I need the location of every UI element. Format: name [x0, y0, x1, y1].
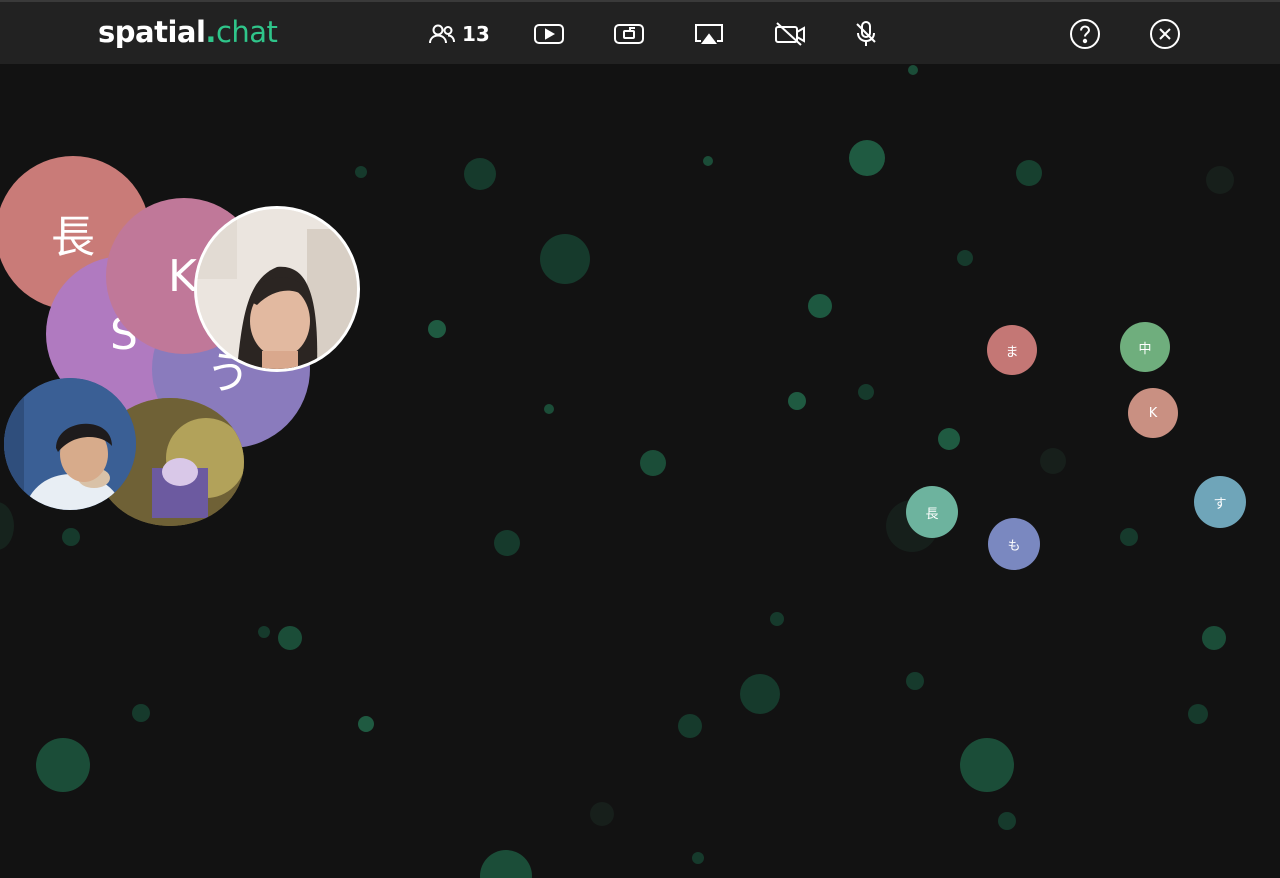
background-bubble	[740, 674, 780, 714]
participant-initial: も	[1007, 538, 1021, 554]
spatial-chat-logo[interactable]: spatial.chat	[98, 14, 278, 50]
room-space[interactable]: 長 S う K ま 中 K 長 も す	[0, 64, 1280, 878]
camera-off-icon	[774, 21, 806, 47]
participant-avatar[interactable]: も	[988, 518, 1040, 570]
users-icon	[428, 23, 456, 45]
participants-count: 13	[462, 22, 490, 46]
background-bubble	[1040, 448, 1066, 474]
background-bubble	[1016, 160, 1042, 186]
background-bubble	[480, 850, 532, 878]
background-bubble	[428, 320, 446, 338]
background-bubble	[998, 812, 1016, 830]
participant-avatar[interactable]: ま	[987, 325, 1037, 375]
participant-initial: す	[1213, 496, 1227, 512]
background-bubble	[957, 250, 973, 266]
media-play-button[interactable]	[533, 16, 565, 52]
background-bubble	[692, 852, 704, 864]
background-bubble	[494, 530, 520, 556]
background-bubble	[1120, 528, 1138, 546]
background-bubble	[908, 65, 918, 75]
participant-initial: K	[168, 250, 197, 302]
background-bubble	[906, 672, 924, 690]
background-bubble	[540, 234, 590, 284]
play-icon	[533, 22, 565, 46]
background-bubble	[1206, 166, 1234, 194]
background-bubble	[62, 528, 80, 546]
leave-room-button[interactable]	[1149, 16, 1181, 52]
top-toolbar: spatial.chat 13	[0, 0, 1280, 64]
background-bubble	[0, 502, 14, 550]
camera-toggle-button[interactable]	[774, 16, 806, 52]
help-button[interactable]	[1069, 16, 1101, 52]
participants-button[interactable]: 13	[428, 16, 490, 52]
background-bubble	[788, 392, 806, 410]
background-bubble	[258, 626, 270, 638]
airplay-button[interactable]	[692, 16, 726, 52]
video-feed-icon	[197, 209, 357, 369]
participant-avatar[interactable]: 中	[1120, 322, 1170, 372]
video-feed-icon	[4, 378, 136, 510]
airplay-icon	[692, 22, 726, 46]
background-bubble	[1188, 704, 1208, 724]
participant-avatar[interactable]: す	[1194, 476, 1246, 528]
background-bubble	[808, 294, 832, 318]
participant-avatar[interactable]: K	[1128, 388, 1178, 438]
background-bubble	[590, 802, 614, 826]
background-bubble	[938, 428, 960, 450]
background-bubble	[278, 626, 302, 650]
background-bubble	[1202, 626, 1226, 650]
participant-initial: ま	[1005, 344, 1019, 360]
help-icon	[1069, 18, 1101, 50]
mic-off-icon	[855, 20, 877, 48]
participant-avatar[interactable]: 長	[906, 486, 958, 538]
background-bubble	[858, 384, 874, 400]
participant-initial: 長	[925, 506, 939, 522]
participant-initial: K	[1148, 405, 1158, 421]
background-bubble	[960, 738, 1014, 792]
background-bubble	[640, 450, 666, 476]
background-bubble	[544, 404, 554, 414]
background-bubble	[678, 714, 702, 738]
background-bubble	[464, 158, 496, 190]
participant-video[interactable]	[4, 378, 136, 510]
participant-video[interactable]	[194, 206, 360, 372]
share-screen-icon	[613, 22, 645, 46]
share-screen-button[interactable]	[613, 16, 645, 52]
participant-initial: 中	[1138, 341, 1152, 357]
close-icon	[1149, 18, 1181, 50]
background-bubble	[355, 166, 367, 178]
participant-initial: 長	[51, 212, 95, 263]
background-bubble	[703, 156, 713, 166]
background-bubble	[132, 704, 150, 722]
microphone-toggle-button[interactable]	[855, 16, 877, 52]
background-bubble	[770, 612, 784, 626]
background-bubble	[849, 140, 885, 176]
background-bubble	[358, 716, 374, 732]
background-bubble	[36, 738, 90, 792]
